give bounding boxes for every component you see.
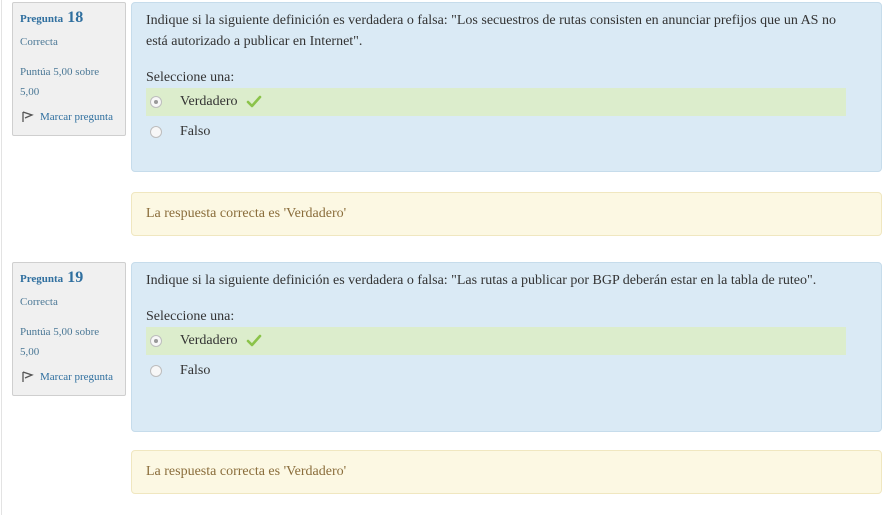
question-label: Pregunta <box>20 273 64 285</box>
question-number: Pregunta 18 <box>20 9 118 27</box>
feedback-text: La respuesta correcta es 'Verdadero' <box>146 464 347 479</box>
question-info: Pregunta 19 Correcta Puntúa 5,00 sobre 5… <box>12 262 126 396</box>
radio-falso[interactable] <box>150 126 162 138</box>
flag-icon <box>22 371 34 382</box>
flag-question-button[interactable]: Marcar pregunta <box>22 111 113 123</box>
answer-option-verdadero[interactable]: Verdadero <box>146 88 846 116</box>
answer-label: Verdadero <box>180 333 238 348</box>
feedback-text: La respuesta correcta es 'Verdadero' <box>146 206 347 221</box>
feedback-box: La respuesta correcta es 'Verdadero' <box>131 450 882 494</box>
radio-verdadero[interactable] <box>150 335 162 347</box>
answer-option-falso[interactable]: Falso <box>146 357 846 385</box>
page-left-border <box>1 0 2 515</box>
question-text: Indique si la siguiente definición es ve… <box>146 13 836 49</box>
flag-question-label: Marcar pregunta <box>40 371 113 383</box>
answer-label: Verdadero <box>180 94 238 109</box>
radio-falso[interactable] <box>150 365 162 377</box>
correct-check-icon <box>246 334 261 347</box>
correct-check-icon <box>246 95 261 108</box>
answer-label: Falso <box>180 363 211 378</box>
question-number: Pregunta 19 <box>20 269 118 287</box>
feedback-box: La respuesta correcta es 'Verdadero' <box>131 192 882 236</box>
question-content: Indique si la siguiente definición es ve… <box>131 262 882 432</box>
answer-option-verdadero[interactable]: Verdadero <box>146 327 846 355</box>
question-grade: Puntúa 5,00 sobre 5,00 <box>20 326 100 358</box>
question-label: Pregunta <box>20 13 64 25</box>
answer-option-falso[interactable]: Falso <box>146 118 846 146</box>
answer-prompt: Seleccione una: <box>146 70 235 85</box>
radio-verdadero[interactable] <box>150 96 162 108</box>
flag-question-button[interactable]: Marcar pregunta <box>22 371 113 383</box>
question-number-value: 18 <box>67 9 84 26</box>
question-state: Correcta <box>20 296 58 308</box>
question-content: Indique si la siguiente definición es ve… <box>131 2 882 172</box>
question-info: Pregunta 18 Correcta Puntúa 5,00 sobre 5… <box>12 2 126 136</box>
flag-question-label: Marcar pregunta <box>40 111 113 123</box>
question-text: Indique si la siguiente definición es ve… <box>146 273 817 288</box>
flag-icon <box>22 111 34 122</box>
question-number-value: 19 <box>67 269 84 286</box>
question-state: Correcta <box>20 36 58 48</box>
answer-label: Falso <box>180 124 211 139</box>
answer-prompt: Seleccione una: <box>146 309 235 324</box>
question-grade: Puntúa 5,00 sobre 5,00 <box>20 66 100 98</box>
